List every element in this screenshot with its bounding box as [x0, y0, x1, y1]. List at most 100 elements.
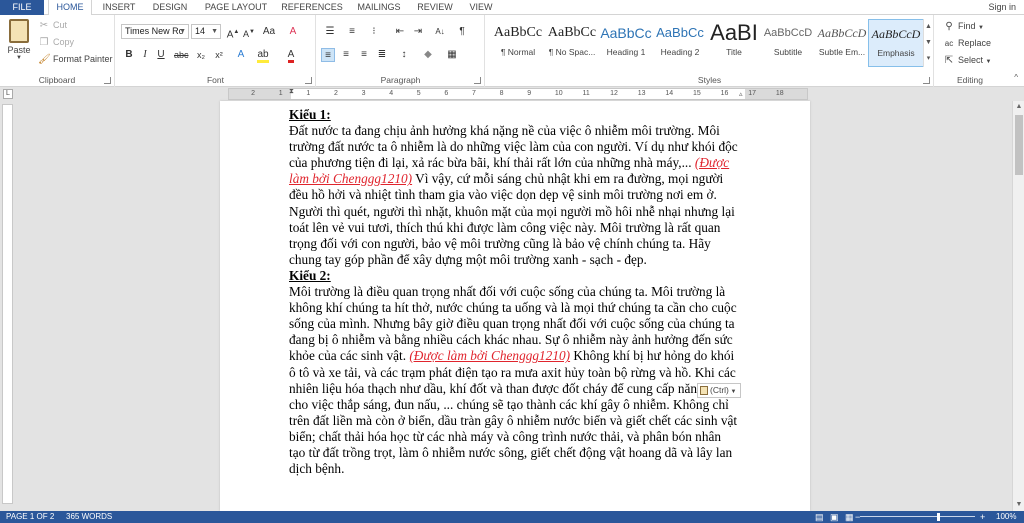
bullets-icon[interactable]: ☰ — [323, 25, 337, 39]
change-case-icon[interactable]: Aa — [262, 25, 276, 39]
heading-kieu-2: Kiểu 2: — [289, 267, 331, 283]
tab-home[interactable]: HOME — [48, 0, 92, 16]
styles-scroll[interactable]: ▲ ▼ ▾ — [923, 19, 933, 67]
vertical-ruler[interactable] — [2, 104, 13, 504]
bold-icon[interactable]: B — [122, 48, 136, 62]
font-launcher-icon[interactable] — [305, 77, 312, 84]
tab-view[interactable]: VIEW — [462, 0, 500, 15]
underline-icon[interactable]: U — [154, 48, 168, 62]
font-color-icon[interactable]: A — [284, 48, 298, 63]
italic-icon[interactable]: I — [138, 48, 152, 62]
ruler-number: 1 — [278, 90, 283, 97]
clear-formatting-icon[interactable]: A — [286, 25, 300, 39]
style-title[interactable]: AaBI Title — [706, 19, 762, 67]
copy-icon: ❐ — [39, 37, 49, 49]
tab-review[interactable]: REVIEW — [412, 0, 458, 15]
credit-text: (Được làm bởi Chenggg1210) — [409, 348, 571, 364]
style-normal[interactable]: AaBbCc ¶ Normal — [490, 19, 546, 67]
show-formatting-icon[interactable]: ¶ — [455, 25, 469, 39]
increase-indent-icon[interactable]: ⇥ — [411, 25, 425, 39]
vertical-scrollbar[interactable]: ▲ ▼ — [1012, 101, 1024, 511]
collapse-ribbon-icon[interactable]: ^ — [1014, 73, 1018, 82]
clipboard-launcher-icon[interactable] — [104, 77, 111, 84]
sort-icon[interactable]: A↓ — [433, 25, 447, 39]
horizontal-ruler[interactable]: 2 1 1 2 3 4 5 6 7 8 9 10 11 12 13 14 15 16 17 18 ⧗ ▵ — [228, 88, 808, 100]
line-spacing-icon[interactable]: ↕ — [397, 48, 411, 62]
clipboard-label: Clipboard — [38, 75, 76, 85]
ruler-number: 2 — [251, 90, 255, 97]
document-page[interactable]: Kiểu 1: Đất nước ta đang chịu ảnh hưởng … — [220, 101, 810, 511]
cursor-icon: ⇱ — [944, 55, 954, 67]
ruler-number: 2 — [333, 90, 338, 97]
text-effects-icon[interactable]: A — [234, 48, 248, 62]
shrink-font-icon[interactable]: A▼ — [242, 25, 256, 39]
multilevel-list-icon[interactable]: ⁝ — [367, 25, 381, 39]
align-left-icon[interactable]: ≡ — [321, 48, 335, 62]
ribbon-tab-bar: FILE HOME INSERT DESIGN PAGE LAYOUT REFE… — [0, 0, 1024, 16]
align-center-icon[interactable]: ≡ — [339, 48, 353, 62]
heading-kieu-1: Kiểu 1: — [289, 107, 331, 122]
chevron-down-icon[interactable]: ▼ — [924, 35, 933, 51]
style-subtle-emphasis[interactable]: AaBbCcD Subtle Em... — [814, 19, 870, 67]
font-size-select[interactable]: 14 ▼ — [191, 24, 221, 39]
more-icon[interactable]: ▾ — [924, 51, 933, 67]
zoom-out-icon[interactable]: − — [855, 511, 860, 523]
print-layout-icon[interactable]: ▣ — [830, 511, 839, 523]
zoom-slider[interactable] — [860, 516, 975, 517]
editing-group: ⚲ Find ▼ ac Replace ⇱ Select ▼ Editing — [935, 15, 1005, 87]
scroll-thumb[interactable] — [1015, 115, 1023, 175]
right-indent-marker-icon[interactable]: ▵ — [739, 90, 743, 98]
zoom-slider-handle[interactable] — [937, 513, 940, 521]
format-painter-button[interactable]: 🖌 Format Painter — [38, 54, 113, 65]
highlight-icon[interactable]: ab — [256, 48, 270, 63]
select-button[interactable]: ⇱ Select ▼ — [943, 55, 992, 67]
style-subtitle[interactable]: AaBbCcD Subtitle — [760, 19, 816, 67]
chevron-down-icon: ▼ — [179, 28, 186, 35]
justify-icon[interactable]: ≣ — [375, 48, 389, 62]
font-family-select[interactable]: Times New Ro ▼ — [121, 24, 189, 39]
paste-options-button[interactable]: (Ctrl) ▼ — [697, 383, 741, 398]
chevron-up-icon[interactable]: ▲ — [924, 19, 933, 35]
copy-button[interactable]: ❐ Copy — [38, 37, 75, 49]
style-emphasis[interactable]: AaBbCcD Emphasis — [868, 19, 924, 67]
paste-button[interactable]: Paste ▼ — [6, 19, 32, 61]
find-button[interactable]: ⚲ Find ▼ — [943, 21, 984, 32]
styles-label: Styles — [697, 75, 722, 85]
grow-font-icon[interactable]: A▲ — [226, 25, 240, 40]
decrease-indent-icon[interactable]: ⇤ — [393, 25, 407, 39]
tab-mailings[interactable]: MAILINGS — [352, 0, 406, 15]
subscript-icon[interactable]: x₂ — [194, 48, 208, 62]
tab-selector[interactable]: L — [3, 89, 13, 99]
tab-file[interactable]: FILE — [0, 0, 44, 15]
align-right-icon[interactable]: ≡ — [357, 48, 371, 62]
web-layout-icon[interactable]: ▦ — [845, 511, 854, 523]
chevron-down-icon: ▼ — [985, 59, 992, 65]
zoom-in-icon[interactable]: + — [980, 511, 985, 523]
sign-in-link[interactable]: Sign in — [988, 0, 1016, 14]
tab-insert[interactable]: INSERT — [96, 0, 142, 15]
scroll-up-icon[interactable]: ▲ — [1013, 101, 1024, 113]
shading-icon[interactable]: ◆ — [421, 48, 435, 62]
scissors-icon: ✂ — [39, 20, 49, 32]
borders-icon[interactable]: ▦ — [445, 48, 459, 62]
styles-launcher-icon[interactable] — [923, 77, 930, 84]
page-count[interactable]: PAGE 1 OF 2 — [6, 511, 54, 523]
document-body[interactable]: Kiểu 1: Đất nước ta đang chịu ảnh hưởng … — [289, 107, 739, 477]
style-heading-1[interactable]: AaBbCc Heading 1 — [598, 19, 654, 67]
indent-marker-icon[interactable]: ⧗ — [289, 88, 294, 96]
style-no-spacing[interactable]: AaBbCc ¶ No Spac... — [544, 19, 600, 67]
paragraph-launcher-icon[interactable] — [474, 77, 481, 84]
zoom-level[interactable]: 100% — [996, 511, 1016, 523]
superscript-icon[interactable]: x² — [212, 48, 226, 62]
tab-page-layout[interactable]: PAGE LAYOUT — [200, 0, 272, 15]
replace-button[interactable]: ac Replace — [943, 38, 991, 49]
style-heading-2[interactable]: AaBbCc Heading 2 — [652, 19, 708, 67]
tab-references[interactable]: REFERENCES — [278, 0, 346, 15]
word-count[interactable]: 365 WORDS — [66, 511, 112, 523]
tab-design[interactable]: DESIGN — [146, 0, 194, 15]
cut-button[interactable]: ✂ Cut — [38, 20, 67, 31]
scroll-down-icon[interactable]: ▼ — [1013, 499, 1024, 511]
strikethrough-icon[interactable]: abc — [174, 48, 189, 62]
numbering-icon[interactable]: ≡ — [345, 25, 359, 39]
read-mode-icon[interactable]: ▤ — [815, 511, 824, 523]
